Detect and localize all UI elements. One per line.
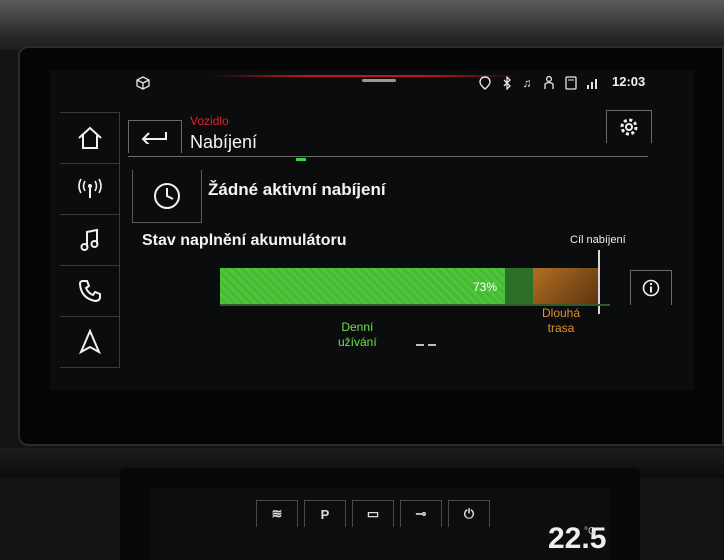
music-icon <box>80 228 98 251</box>
battery-percent: 73% <box>473 280 498 294</box>
climate-quick-buttons: ≋ P ▭ ⊸ ⏻ <box>256 500 490 527</box>
breadcrumb[interactable]: Vozidlo <box>190 114 229 128</box>
car-icon <box>136 76 150 90</box>
radio-icon <box>77 178 102 198</box>
temperature-unit: °C <box>584 526 596 537</box>
page-header: Vozidlo Nabíjení <box>128 112 648 157</box>
dashboard-trim-top <box>0 0 724 50</box>
charge-target-label: Cíl nabíjení <box>570 234 626 246</box>
phone-signal-icon <box>564 76 578 90</box>
daily-use-zone-label: Denní užívání <box>338 320 377 349</box>
power-button[interactable]: ⏻ <box>448 500 490 527</box>
info-icon <box>642 279 660 297</box>
seat-heat-button[interactable]: ≋ <box>256 500 298 527</box>
person-icon <box>542 76 556 90</box>
battery-level-bar: 73% <box>220 266 610 310</box>
active-indicator <box>296 158 306 161</box>
temperature-readout: 22.5 <box>548 522 607 555</box>
charge-plug-button[interactable]: ⊸ <box>400 500 442 527</box>
long-trip-zone-label: Dlouhá trasa <box>542 306 581 335</box>
charging-status: Žádné aktivní nabíjení <box>208 180 386 199</box>
info-button[interactable] <box>630 270 672 305</box>
status-accent-line <box>210 75 520 77</box>
bluetooth-icon <box>500 76 514 90</box>
side-navigation <box>60 112 120 369</box>
clock-icon <box>154 183 180 209</box>
page-indicator <box>416 344 436 346</box>
nav-navigation[interactable] <box>60 317 120 368</box>
settings-button[interactable] <box>606 110 652 143</box>
clock: 12:03 <box>612 74 646 89</box>
status-bar: ♫ 12:03 <box>50 70 694 92</box>
timer-button[interactable] <box>132 170 202 223</box>
battery-fill <box>220 268 505 304</box>
navigation-icon <box>78 329 101 355</box>
long-trip-zone <box>533 268 598 304</box>
infotainment-screen: ♫ 12:03 Vozidlo Nabíjení Žádné aktivní n… <box>50 70 694 390</box>
nav-home[interactable] <box>60 113 120 164</box>
battery-level-label: Stav naplnění akumulátoru <box>142 232 347 249</box>
back-arrow-icon <box>141 132 167 144</box>
phone-icon <box>78 280 101 303</box>
music-note-icon: ♫ <box>522 76 532 90</box>
signal-icon <box>586 76 600 90</box>
nav-phone[interactable] <box>60 266 120 317</box>
back-button[interactable] <box>128 120 182 153</box>
pull-down-handle[interactable] <box>362 79 396 82</box>
rear-defrost-button[interactable]: ▭ <box>352 500 394 527</box>
parking-button[interactable]: P <box>304 500 346 527</box>
gear-icon <box>620 118 638 136</box>
navigation-alert-icon <box>478 76 492 90</box>
home-icon <box>77 126 102 149</box>
battery-range-extension <box>505 268 533 304</box>
page-title: Nabíjení <box>190 132 258 152</box>
nav-music[interactable] <box>60 215 120 266</box>
nav-radio[interactable] <box>60 164 120 215</box>
